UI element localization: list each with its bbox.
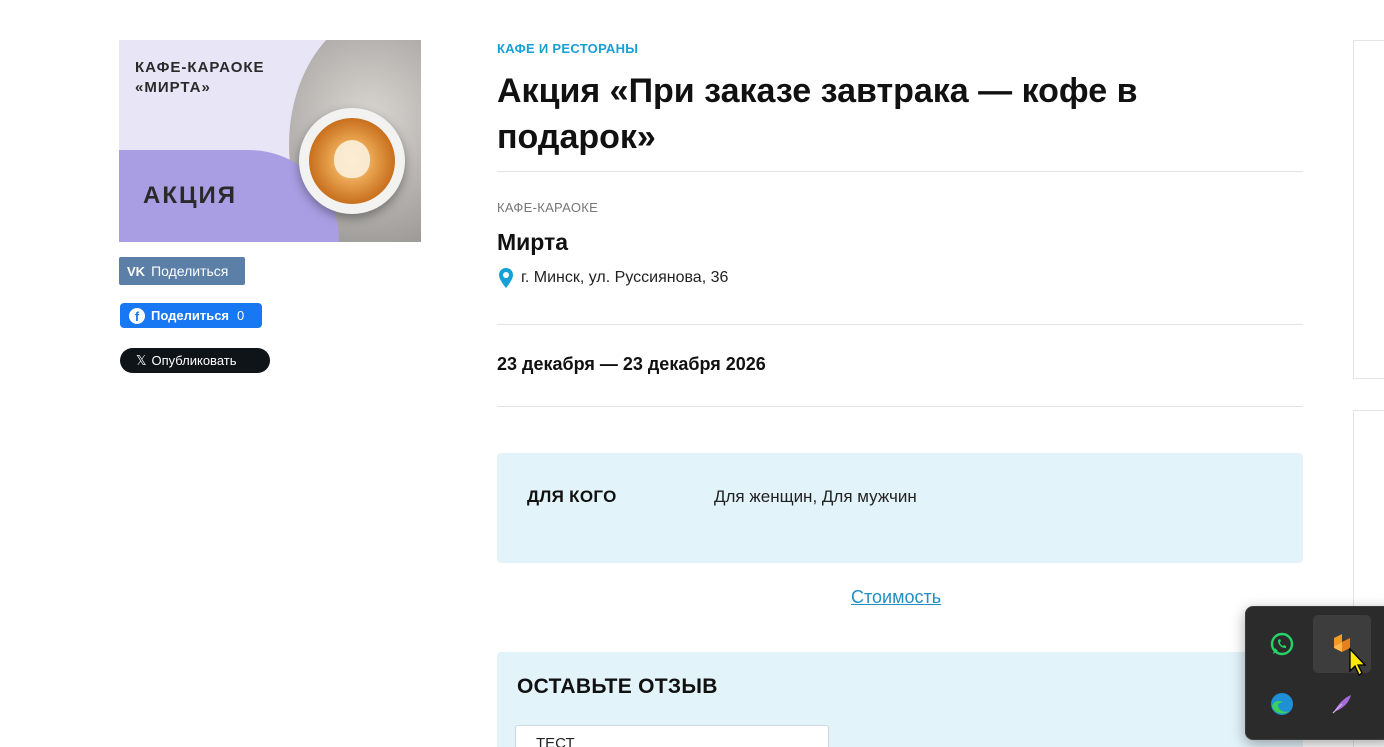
place-address: г. Минск, ул. Руссиянова, 36 [497,267,728,289]
audience-value: Для женщин, Для мужчин [714,487,917,506]
event-dates: 23 декабря — 23 декабря 2026 [497,354,766,374]
tray-item-feather[interactable] [1313,675,1371,733]
divider [497,324,1303,325]
tray-item-whatsapp[interactable] [1253,615,1311,673]
x-icon: 𝕏 [136,352,147,368]
facebook-share-button[interactable]: f Поделиться 0 [120,303,262,328]
divider [497,171,1303,172]
vk-icon: VK [127,263,146,279]
vk-share-button[interactable]: VK Поделиться [119,257,245,285]
location-pin-icon [499,268,513,288]
x-post-button[interactable]: 𝕏 Опубликовать [120,348,270,373]
promo-image: КАФЕ-КАРАОКЕ «МИРТА» АКЦИЯ [119,40,421,242]
facebook-share-count: 0 [237,308,245,323]
review-form: ОСТАВЬТЕ ОТЗЫВ ТЕСТ [497,652,1303,747]
audience-label: ДЛЯ КОГО [527,487,617,506]
whatsapp-icon [1270,632,1294,656]
sidebar-card [1353,40,1384,379]
place-name[interactable]: Мирта [497,229,568,256]
mouse-cursor-icon [1349,647,1367,676]
facebook-share-label: Поделиться [151,308,230,323]
vk-share-label: Поделиться [151,263,229,279]
tray-item-edge[interactable] [1253,675,1311,733]
place-type: КАФЕ-КАРАОКЕ [497,200,599,215]
cost-link[interactable]: Стоимость [851,587,941,608]
review-name-input[interactable]: ТЕСТ [515,725,829,747]
divider [497,406,1303,407]
event-category[interactable]: КАФЕ И РЕСТОРАНЫ [497,41,638,56]
latte-art [334,140,370,178]
promo-caption-line1: КАФЕ-КАРАОКЕ [135,59,265,76]
review-title: ОСТАВЬТЕ ОТЗЫВ [517,675,718,698]
promo-badge: АКЦИЯ [143,182,238,209]
facebook-icon: f [129,307,145,324]
x-post-label: Опубликовать [151,353,237,368]
edge-icon [1271,693,1293,715]
promo-caption-line2: «МИРТА» [135,79,211,96]
address-text: г. Минск, ул. Руссиянова, 36 [521,269,729,286]
feather-icon [1332,695,1351,714]
audience-box: ДЛЯ КОГО Для женщин, Для мужчин [497,453,1303,563]
promo-venue-caption: КАФЕ-КАРАОКЕ «МИРТА» [135,58,265,98]
page-title: Акция «При заказе завтрака — кофе в пода… [497,72,1138,156]
